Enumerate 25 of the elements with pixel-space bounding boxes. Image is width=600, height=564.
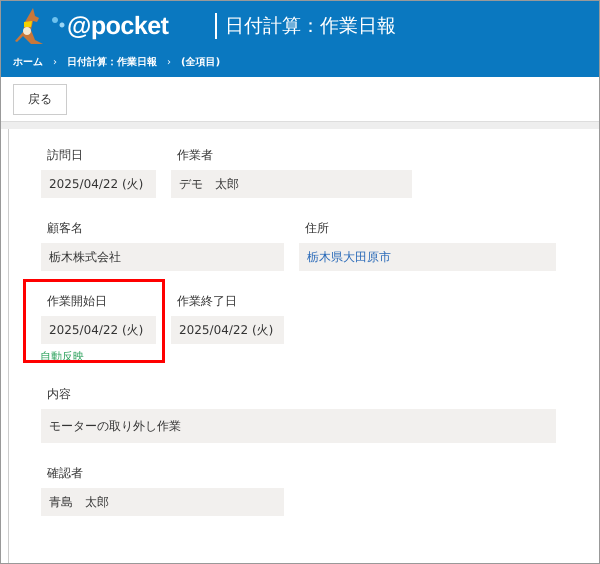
field-value: 2025/04/22 (火)	[41, 316, 156, 344]
bubble-icon	[51, 16, 65, 30]
field-label: 顧客名	[46, 220, 84, 237]
field-label: 作業開始日	[46, 293, 108, 310]
field-value: 青島 太郎	[41, 488, 284, 516]
field-label: 作業者	[176, 147, 214, 164]
logo-text: @pocket	[67, 12, 168, 40]
field-value: モーターの取り外し作業	[41, 409, 556, 443]
field-label: 確認者	[46, 465, 84, 482]
breadcrumb-link[interactable]: ホーム	[13, 55, 43, 69]
page-title: 日付計算：作業日報	[225, 14, 396, 39]
breadcrumb-link[interactable]: 日付計算：作業日報	[67, 55, 157, 69]
field-value: デモ 太郎	[171, 170, 412, 198]
field-label: 訪問日	[46, 147, 84, 164]
field-value: 2025/04/22 (火)	[171, 316, 284, 344]
breadcrumb-separator: ›	[167, 56, 171, 68]
field-value: 栃木株式会社	[41, 243, 284, 271]
field-label: 作業終了日	[176, 293, 238, 310]
field-label: 内容	[46, 386, 72, 403]
breadcrumb-link[interactable]: (全項目)	[181, 55, 220, 69]
field-value: 2025/04/22 (火)	[41, 170, 156, 198]
field-label: 住所	[304, 220, 330, 237]
back-button[interactable]: 戻る	[13, 84, 67, 114]
value-link[interactable]: 栃木県大田原市	[299, 243, 556, 271]
breadcrumb-separator: ›	[53, 56, 57, 68]
